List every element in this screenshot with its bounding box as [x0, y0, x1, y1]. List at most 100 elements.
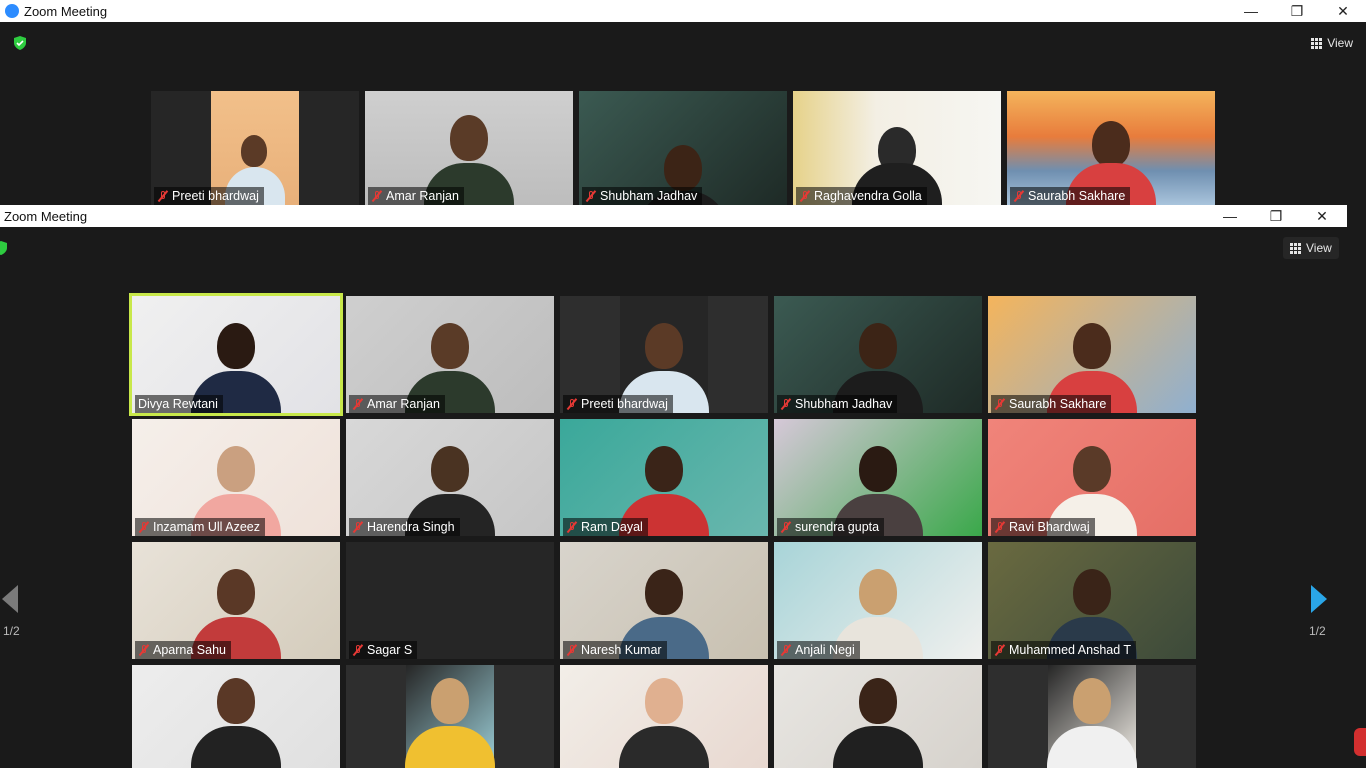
- muted-mic-icon: [1013, 190, 1024, 202]
- next-page-arrow-icon[interactable]: [1311, 585, 1327, 613]
- restore-button[interactable]: ❐: [1274, 0, 1320, 22]
- minimize-button[interactable]: —: [1207, 205, 1253, 227]
- video-tile[interactable]: Shubham Jadhav: [774, 296, 982, 413]
- view-button[interactable]: View: [1304, 32, 1360, 54]
- participant-figure: [833, 668, 923, 768]
- muted-mic-icon: [352, 521, 363, 533]
- front-window-title: Zoom Meeting: [4, 208, 88, 224]
- video-tile[interactable]: Saurabh Sakhare: [988, 296, 1196, 413]
- video-tile[interactable]: Ram Dayal: [560, 419, 768, 536]
- zoom-logo-icon: [5, 4, 19, 18]
- video-tile[interactable]: Anjali Negi: [774, 542, 982, 659]
- back-window-body: View Preeti bhardwaj Amar Ranjan Shubham…: [0, 22, 1366, 205]
- muted-mic-icon: [780, 644, 791, 656]
- video-tile[interactable]: [132, 665, 340, 768]
- video-tile[interactable]: Inzamam Ull Azeez: [132, 419, 340, 536]
- video-tile[interactable]: [988, 665, 1196, 768]
- participant-name-bar: Naresh Kumar: [563, 641, 667, 659]
- participant-name: Saurabh Sakhare: [1009, 397, 1107, 411]
- active-speaker-tile[interactable]: Divya Rewtani: [129, 293, 343, 416]
- video-tile[interactable]: Harendra Singh: [346, 419, 554, 536]
- close-button[interactable]: ✕: [1320, 0, 1366, 22]
- video-tile[interactable]: Naresh Kumar: [560, 542, 768, 659]
- video-tile[interactable]: Saurabh Sakhare: [1007, 91, 1215, 205]
- grid-view-icon: [1290, 242, 1301, 254]
- video-tile[interactable]: Aparna Sahu: [132, 542, 340, 659]
- video-tile[interactable]: Ravi Bhardwaj: [988, 419, 1196, 536]
- participant-name: Raghavendra Golla: [814, 189, 922, 203]
- participant-name-bar: Preeti bhardwaj: [154, 187, 264, 205]
- participant-figure: [191, 668, 281, 768]
- video-tile[interactable]: [560, 665, 768, 768]
- video-tile[interactable]: Sagar S: [346, 542, 554, 659]
- grid-view-icon: [1311, 37, 1323, 49]
- video-tile[interactable]: Shubham Jadhav: [579, 91, 787, 205]
- back-window-titlebar: Zoom Meeting — ❐ ✕: [0, 0, 1366, 22]
- participant-name: Shubham Jadhav: [795, 397, 893, 411]
- participant-name-bar: Harendra Singh: [349, 518, 460, 536]
- participant-name-bar: Amar Ranjan: [368, 187, 464, 205]
- muted-mic-icon: [780, 398, 791, 410]
- participant-name-bar: Aparna Sahu: [135, 641, 231, 659]
- participant-name-bar: Ram Dayal: [563, 518, 648, 536]
- previous-page-arrow-icon[interactable]: [2, 585, 18, 613]
- participant-name-bar: Divya Rewtani: [135, 395, 223, 413]
- participant-name: Divya Rewtani: [138, 397, 218, 411]
- muted-mic-icon: [585, 190, 596, 202]
- participant-name: Aparna Sahu: [153, 643, 226, 657]
- muted-mic-icon: [566, 398, 577, 410]
- participant-name-bar: Sagar S: [349, 641, 418, 659]
- page-indicator-left: 1/2: [3, 624, 20, 638]
- muted-mic-icon: [138, 521, 149, 533]
- video-tile[interactable]: Amar Ranjan: [365, 91, 573, 205]
- close-button[interactable]: ✕: [1299, 205, 1345, 227]
- participant-name-bar: Ravi Bhardwaj: [991, 518, 1095, 536]
- restore-button[interactable]: ❐: [1253, 205, 1299, 227]
- participant-name: Muhammed Anshad T: [1009, 643, 1132, 657]
- participant-name: Amar Ranjan: [367, 397, 440, 411]
- muted-mic-icon: [780, 521, 791, 533]
- muted-mic-icon: [352, 398, 363, 410]
- muted-mic-icon: [371, 190, 382, 202]
- reaction-tab[interactable]: [1354, 728, 1366, 756]
- participant-name: Ram Dayal: [581, 520, 643, 534]
- participant-name: Inzamam Ull Azeez: [153, 520, 260, 534]
- participant-name: Shubham Jadhav: [600, 189, 698, 203]
- participant-name: Saurabh Sakhare: [1028, 189, 1126, 203]
- video-tile[interactable]: Preeti bhardwaj: [151, 91, 359, 205]
- participant-name: Amar Ranjan: [386, 189, 459, 203]
- muted-mic-icon: [994, 521, 1005, 533]
- participant-name-bar: Inzamam Ull Azeez: [135, 518, 265, 536]
- muted-mic-icon: [138, 644, 149, 656]
- participant-name: Ravi Bhardwaj: [1009, 520, 1090, 534]
- page-indicator-right: 1/2: [1309, 624, 1326, 638]
- video-tile[interactable]: Muhammed Anshad T: [988, 542, 1196, 659]
- participant-name-bar: Amar Ranjan: [349, 395, 445, 413]
- minimize-button[interactable]: —: [1228, 0, 1274, 22]
- participant-figure: [619, 668, 709, 768]
- muted-mic-icon: [799, 190, 810, 202]
- view-button[interactable]: View: [1283, 237, 1339, 259]
- video-tile[interactable]: [346, 665, 554, 768]
- participant-name-bar: Shubham Jadhav: [582, 187, 703, 205]
- shield-icon[interactable]: [13, 36, 27, 50]
- participant-name-bar: Muhammed Anshad T: [991, 641, 1137, 659]
- participant-figure: [1047, 668, 1137, 768]
- shield-icon[interactable]: [0, 241, 8, 255]
- video-tile[interactable]: Raghavendra Golla: [793, 91, 1001, 205]
- participant-name-bar: Anjali Negi: [777, 641, 860, 659]
- front-window-body: View Divya Rewtani Amar Ranjan Preeti bhar…: [0, 227, 1347, 768]
- muted-mic-icon: [566, 521, 577, 533]
- video-tile[interactable]: surendra gupta: [774, 419, 982, 536]
- participant-name: Anjali Negi: [795, 643, 855, 657]
- video-tile[interactable]: Preeti bhardwaj: [560, 296, 768, 413]
- participant-name: Preeti bhardwaj: [581, 397, 668, 411]
- muted-mic-icon: [994, 644, 1005, 656]
- video-tile[interactable]: [774, 665, 982, 768]
- front-window-titlebar: Zoom Meeting — ❐ ✕: [0, 205, 1347, 227]
- video-tile[interactable]: Amar Ranjan: [346, 296, 554, 413]
- participant-name-bar: Saurabh Sakhare: [991, 395, 1112, 413]
- participant-name-bar: Preeti bhardwaj: [563, 395, 673, 413]
- participant-name-bar: surendra gupta: [777, 518, 885, 536]
- participant-name-bar: Saurabh Sakhare: [1010, 187, 1131, 205]
